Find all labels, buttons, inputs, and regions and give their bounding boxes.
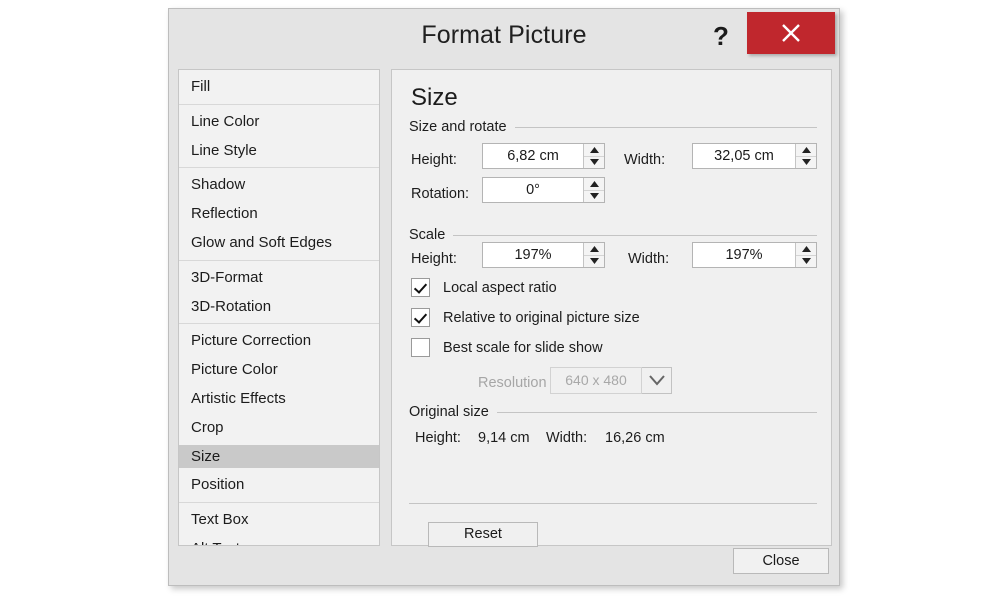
scale-width-stepper[interactable]: 197% <box>692 242 817 268</box>
stepper-down-icon[interactable] <box>796 256 816 268</box>
sidebar-group: Shadow Reflection Glow and Soft Edges <box>179 173 379 261</box>
size-settings-panel: Size Size and rotate Height: 6,82 cm Wid… <box>391 69 832 547</box>
original-height-label: Height: <box>415 430 461 446</box>
stepper-up-icon[interactable] <box>584 144 604 157</box>
group-label-size-and-rotate: Size and rotate <box>409 119 507 135</box>
size-height-value[interactable]: 6,82 cm <box>483 144 583 168</box>
rotation-label: Rotation: <box>411 186 470 202</box>
dialog-title-bar: Format Picture ? <box>169 9 839 61</box>
format-picture-dialog: Format Picture ? Fill Line Color Line St… <box>168 8 840 586</box>
checkbox-best-scale-for-slide-show[interactable] <box>411 338 430 357</box>
sidebar-item-glow-and-soft-edges[interactable]: Glow and Soft Edges <box>179 231 379 255</box>
sidebar-item-picture-color[interactable]: Picture Color <box>179 358 379 382</box>
stepper-buttons[interactable] <box>583 178 604 202</box>
sidebar-item-picture-correction[interactable]: Picture Correction <box>179 329 379 353</box>
help-icon[interactable]: ? <box>708 21 734 51</box>
sidebar-item-crop[interactable]: Crop <box>179 416 379 440</box>
size-height-label: Height: <box>411 152 457 168</box>
size-width-label: Width: <box>624 152 666 168</box>
rotation-stepper[interactable]: 0° <box>482 177 605 203</box>
checkbox-row-relative-to-original-picture-size[interactable]: Relative to original picture size <box>411 308 640 327</box>
group-divider <box>496 411 817 413</box>
sidebar-item-position[interactable]: Position <box>179 473 379 497</box>
sidebar-item-artistic-effects[interactable]: Artistic Effects <box>179 387 379 411</box>
stepper-up-icon[interactable] <box>796 243 816 256</box>
size-width-value[interactable]: 32,05 cm <box>693 144 795 168</box>
stepper-buttons[interactable] <box>795 144 816 168</box>
sidebar-item-3d-rotation[interactable]: 3D-Rotation <box>179 295 379 319</box>
sidebar-item-line-style[interactable]: Line Style <box>179 139 379 163</box>
group-scale: Scale <box>409 227 817 243</box>
sidebar-group: Picture Correction Picture Color Artisti… <box>179 329 379 504</box>
checkbox-label-relative-to-original-picture-size: Relative to original picture size <box>443 309 640 326</box>
scale-height-stepper[interactable]: 197% <box>482 242 605 268</box>
sidebar-group: 3D-Format 3D-Rotation <box>179 266 379 325</box>
scale-height-label: Height: <box>411 251 457 267</box>
sidebar-item-line-color[interactable]: Line Color <box>179 110 379 134</box>
group-size-and-rotate: Size and rotate <box>409 119 817 135</box>
group-divider <box>514 126 817 128</box>
scale-width-label: Width: <box>628 251 670 267</box>
original-width-label: Width: <box>546 430 588 446</box>
sidebar-item-size[interactable]: Size <box>179 444 379 469</box>
sidebar-item-text-box[interactable]: Text Box <box>179 508 379 532</box>
stepper-buttons[interactable] <box>583 243 604 267</box>
resolution-select[interactable]: 640 x 480 <box>550 367 672 394</box>
page-title: Format Picture <box>421 21 587 49</box>
resolution-label: Resolution <box>478 375 547 391</box>
group-label-original-size: Original size <box>409 404 489 420</box>
stepper-down-icon[interactable] <box>584 256 604 268</box>
stepper-up-icon[interactable] <box>796 144 816 157</box>
reset-button[interactable]: Reset <box>428 522 538 547</box>
size-width-stepper[interactable]: 32,05 cm <box>692 143 817 169</box>
scale-width-value[interactable]: 197% <box>693 243 795 267</box>
group-divider <box>453 234 817 236</box>
original-height-value: 9,14 cm <box>478 430 530 446</box>
sidebar-item-3d-format[interactable]: 3D-Format <box>179 266 379 290</box>
close-icon <box>782 24 800 42</box>
sidebar-item-reflection[interactable]: Reflection <box>179 202 379 226</box>
stepper-buttons[interactable] <box>795 243 816 267</box>
scale-height-value[interactable]: 197% <box>483 243 583 267</box>
stepper-up-icon[interactable] <box>584 178 604 191</box>
stepper-up-icon[interactable] <box>584 243 604 256</box>
checkbox-row-best-scale-for-slide-show[interactable]: Best scale for slide show <box>411 338 603 357</box>
section-divider <box>409 503 817 504</box>
sidebar-group: Line Color Line Style <box>179 110 379 169</box>
stepper-down-icon[interactable] <box>584 191 604 203</box>
rotation-value[interactable]: 0° <box>483 178 583 202</box>
window-close-button[interactable] <box>747 12 835 54</box>
checkbox-local-aspect-ratio[interactable] <box>411 278 430 297</box>
checkbox-label-local-aspect-ratio: Local aspect ratio <box>443 279 557 296</box>
sidebar-item-shadow[interactable]: Shadow <box>179 173 379 197</box>
sidebar-group: Text Box Alt Text <box>179 508 379 545</box>
group-label-scale: Scale <box>409 227 446 243</box>
panel-heading: Size <box>411 84 458 111</box>
checkbox-relative-to-original-picture-size[interactable] <box>411 308 430 327</box>
stepper-buttons[interactable] <box>583 144 604 168</box>
sidebar-item-alt-text[interactable]: Alt Text <box>179 537 379 545</box>
original-width-value: 16,26 cm <box>605 430 665 446</box>
chevron-down-icon[interactable] <box>642 367 672 394</box>
group-original-size: Original size <box>409 404 817 420</box>
sidebar-item-fill[interactable]: Fill <box>179 75 379 99</box>
stepper-down-icon[interactable] <box>584 157 604 169</box>
resolution-value[interactable]: 640 x 480 <box>550 367 642 394</box>
size-height-stepper[interactable]: 6,82 cm <box>482 143 605 169</box>
close-button[interactable]: Close <box>733 548 829 574</box>
checkbox-label-best-scale-for-slide-show: Best scale for slide show <box>443 339 603 356</box>
checkbox-row-local-aspect-ratio[interactable]: Local aspect ratio <box>411 278 557 297</box>
sidebar-group: Fill <box>179 75 379 105</box>
category-sidebar: Fill Line Color Line Style Shadow Reflec… <box>178 69 380 546</box>
dialog-body: Fill Line Color Line Style Shadow Reflec… <box>169 61 841 547</box>
stepper-down-icon[interactable] <box>796 157 816 169</box>
